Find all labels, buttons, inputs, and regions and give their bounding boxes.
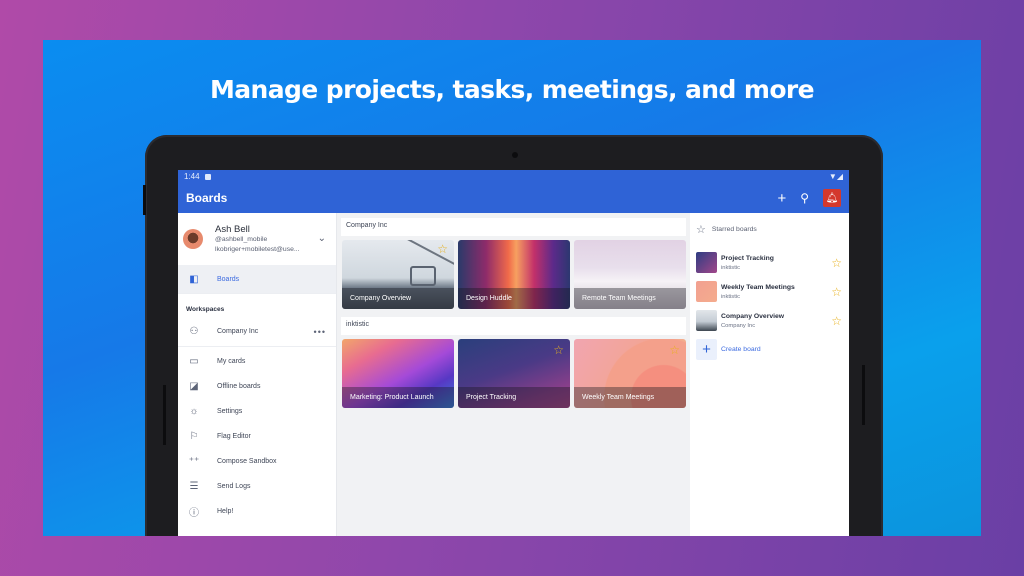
bell-icon[interactable]: 🔔︎ <box>823 189 841 207</box>
account-email: lkobriger+mobiletest@use... <box>215 245 300 253</box>
headline: Manage projects, tasks, meetings, and mo… <box>210 75 815 104</box>
side-slot <box>862 365 865 425</box>
boards-list: Company Inc ☆ Company Overview Design Hu… <box>337 213 690 536</box>
sidebar-item-send-logs[interactable]: ☰ Send Logs <box>178 474 336 499</box>
chevron-down-icon[interactable]: ⌄ <box>318 233 326 244</box>
page-title: Boards <box>186 191 228 205</box>
starred-board-item[interactable]: Project Tracking inktistic ☆ <box>696 248 843 277</box>
board-tile[interactable]: ☆ Project Tracking <box>458 339 570 408</box>
plus-icon[interactable]: + <box>777 191 786 206</box>
board-thumbnail <box>696 310 717 331</box>
wifi-signal-icon: ▼◢ <box>828 172 843 181</box>
star-icon[interactable]: ☆ <box>831 314 842 328</box>
board-tile[interactable]: Remote Team Meetings <box>574 240 686 309</box>
sidebar-item-flag-editor[interactable]: ⚐ Flag Editor <box>178 424 336 449</box>
board-tile[interactable]: Design Huddle <box>458 240 570 309</box>
device-screen: 1:44 ▼◢ Boards + ⚲ 🔔︎ Ash Bell @ashbell_… <box>178 170 849 536</box>
logs-icon: ☰ <box>189 481 199 492</box>
clock: 1:44 <box>184 172 200 181</box>
more-icon[interactable]: ••• <box>314 327 326 337</box>
promo-panel: Manage projects, tasks, meetings, and mo… <box>43 40 981 536</box>
team-icon: ⚇ <box>189 326 199 337</box>
nav-drawer: Ash Bell @ashbell_mobile lkobriger+mobil… <box>178 213 337 536</box>
star-icon[interactable]: ☆ <box>553 343 564 357</box>
board-tile[interactable]: ☆ Weekly Team Meetings <box>574 339 686 408</box>
star-icon[interactable]: ☆ <box>831 256 842 270</box>
board-thumbnail <box>696 281 717 302</box>
sidebar-item-boards[interactable]: ◧ Boards <box>178 265 336 293</box>
sidebar-item-help[interactable]: ⓘ Help! <box>178 499 336 524</box>
starred-board-item[interactable]: Weekly Team Meetings inktistic ☆ <box>696 277 843 306</box>
card-icon: ▭ <box>189 356 199 367</box>
board-tile[interactable]: ☆ Company Overview <box>342 240 454 309</box>
app-bar: Boards + ⚲ 🔔︎ <box>178 183 849 213</box>
star-icon[interactable]: ☆ <box>831 285 842 299</box>
create-board-button[interactable]: + Create board <box>696 339 843 360</box>
offline-board-icon: ◪ <box>189 381 199 392</box>
star-outline-icon: ☆ <box>696 224 706 236</box>
sidebar-item-company-inc[interactable]: ⚇ Company Inc ••• <box>178 319 336 344</box>
account-username: @ashbell_mobile <box>215 235 268 243</box>
status-bar: 1:44 ▼◢ <box>178 170 849 183</box>
board-thumbnail <box>696 252 717 273</box>
workspace-heading: inktistic <box>341 317 686 335</box>
side-button <box>143 185 146 215</box>
board-tile[interactable]: Marketing: Product Launch <box>342 339 454 408</box>
tablet-frame: 1:44 ▼◢ Boards + ⚲ 🔔︎ Ash Bell @ashbell_… <box>143 135 883 536</box>
account-switcher[interactable]: Ash Bell @ashbell_mobile lkobriger+mobil… <box>178 213 336 265</box>
search-icon[interactable]: ⚲ <box>800 192 809 204</box>
divider <box>178 346 336 347</box>
sidebar-item-compose-sandbox[interactable]: ⁺⁺ Compose Sandbox <box>178 449 336 474</box>
sidebar-item-settings[interactable]: ☼ Settings <box>178 399 336 424</box>
gear-icon: ☼ <box>189 406 199 417</box>
starred-heading: Starred boards <box>711 226 757 233</box>
starred-board-item[interactable]: Company Overview Company Inc ☆ <box>696 306 843 335</box>
account-name: Ash Bell <box>215 223 250 235</box>
boards-icon: ◧ <box>189 273 199 285</box>
sidebar-item-my-cards[interactable]: ▭ My cards <box>178 349 336 374</box>
help-icon: ⓘ <box>189 508 199 519</box>
flag-icon: ⚐ <box>189 431 199 442</box>
side-slot <box>163 385 166 445</box>
star-icon[interactable]: ☆ <box>669 343 680 357</box>
workspaces-heading: Workspaces <box>178 293 336 319</box>
avatar <box>183 229 203 249</box>
sparkle-icon: ⁺⁺ <box>188 456 200 467</box>
notification-icon <box>204 173 211 180</box>
star-icon[interactable]: ☆ <box>437 242 448 256</box>
starred-boards-panel: ☆ Starred boards Project Tracking inktis… <box>690 213 849 536</box>
plus-icon: + <box>696 339 717 360</box>
camera <box>512 152 518 158</box>
sidebar-item-offline-boards[interactable]: ◪ Offline boards <box>178 374 336 399</box>
workspace-heading: Company Inc <box>341 218 686 236</box>
